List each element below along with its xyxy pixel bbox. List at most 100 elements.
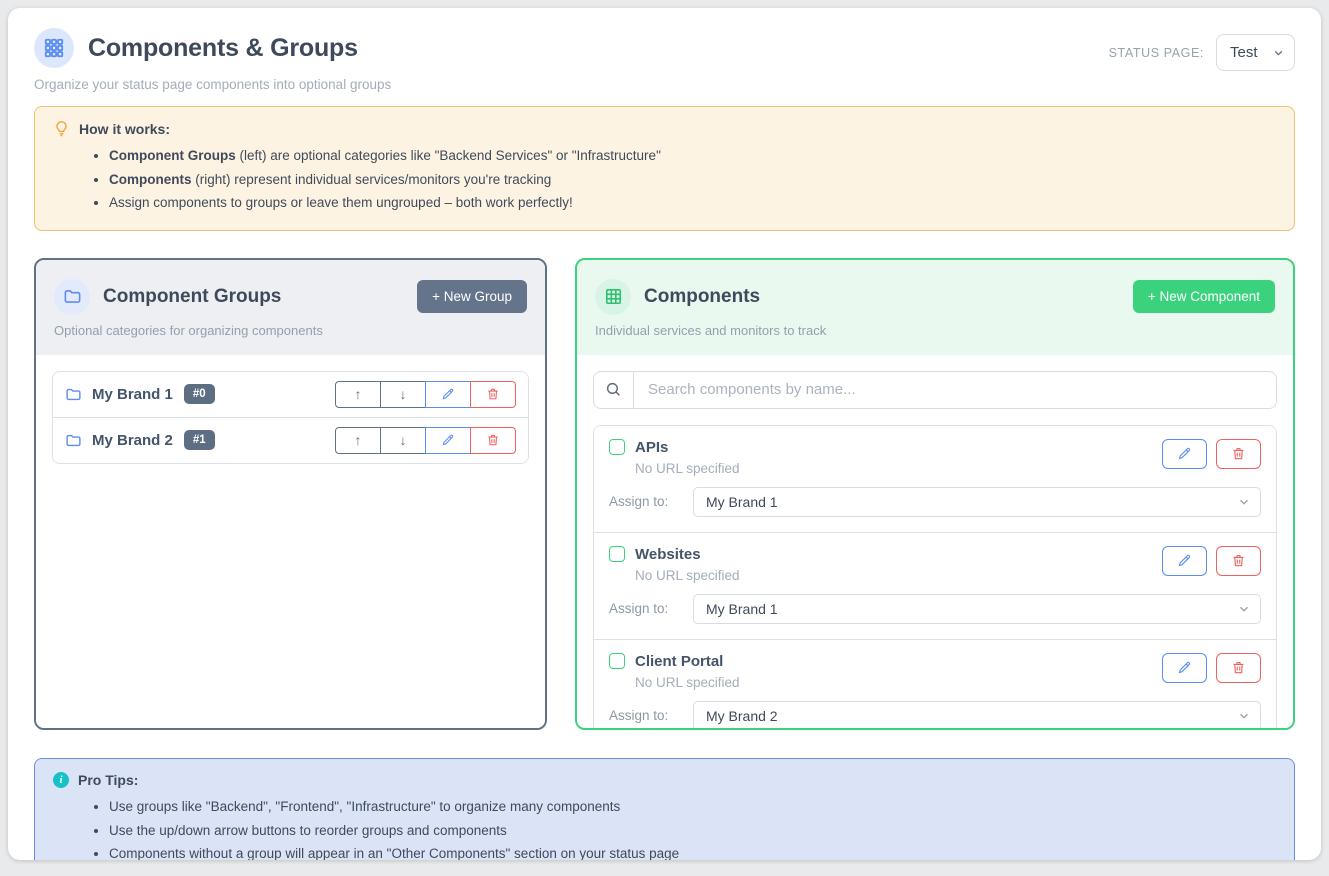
edit-component-button[interactable] — [1162, 546, 1207, 576]
how-it-works-title: How it works: — [79, 121, 170, 137]
pencil-icon — [1177, 660, 1192, 675]
delete-group-button[interactable] — [470, 381, 516, 408]
edit-group-button[interactable] — [425, 381, 471, 408]
how-it-works-bullet: Components (right) represent individual … — [109, 168, 1276, 192]
component-name: APIs — [635, 439, 668, 456]
status-page-label: STATUS PAGE: — [1109, 46, 1204, 60]
move-down-button[interactable]: ↓ — [380, 381, 426, 408]
groups-panel-subtitle: Optional categories for organizing compo… — [54, 323, 527, 338]
page-subtitle: Organize your status page components int… — [34, 77, 391, 92]
component-checkbox[interactable] — [609, 546, 625, 562]
how-it-works-bullet: Component Groups (left) are optional cat… — [109, 144, 1276, 168]
components-panel: Components + New Component Individual se… — [575, 258, 1295, 730]
delete-group-button[interactable] — [470, 427, 516, 454]
groups-panel-title: Component Groups — [103, 286, 404, 308]
component-url-status: No URL specified — [635, 461, 740, 476]
assign-row: Assign to: My Brand 2 — [609, 701, 1261, 730]
assign-to-label: Assign to: — [609, 708, 693, 723]
folder-icon — [65, 432, 82, 449]
folder-icon — [65, 386, 82, 403]
page-title: Components & Groups — [88, 34, 358, 63]
move-up-button[interactable]: ↑ — [335, 381, 381, 408]
lightbulb-icon — [53, 120, 70, 137]
assign-to-label: Assign to: — [609, 601, 693, 616]
group-row: My Brand 2 #1 ↑ ↓ — [53, 417, 528, 463]
search-input[interactable] — [634, 372, 1276, 408]
pencil-icon — [441, 433, 455, 447]
trash-icon — [1231, 446, 1246, 461]
groups-panel-header: Component Groups + New Group Optional ca… — [36, 260, 545, 355]
status-page-select[interactable]: Test — [1216, 34, 1295, 71]
components-panel-body: APIs No URL specified — [577, 355, 1293, 730]
assign-group-select-control[interactable]: My Brand 1 — [693, 594, 1261, 624]
assign-row: Assign to: My Brand 1 — [609, 594, 1261, 624]
pro-tips-list: Use groups like "Backend", "Frontend", "… — [53, 795, 1276, 860]
group-actions: ↑ ↓ — [335, 427, 516, 454]
assign-group-select-control[interactable]: My Brand 1 — [693, 487, 1261, 517]
main-card: Components & Groups Organize your status… — [8, 8, 1321, 860]
delete-component-button[interactable] — [1216, 546, 1261, 576]
arrow-up-icon: ↑ — [355, 432, 362, 448]
status-page-picker: STATUS PAGE: Test — [1109, 34, 1295, 71]
group-order-badge: #0 — [184, 384, 215, 404]
assign-group-select[interactable]: My Brand 1 — [693, 594, 1261, 624]
group-name: My Brand 1 — [92, 386, 173, 403]
component-row: Client Portal No URL specified — [594, 639, 1276, 730]
assign-group-select-control[interactable]: My Brand 2 — [693, 701, 1261, 730]
group-name: My Brand 2 — [92, 432, 173, 449]
pro-tips-title: Pro Tips: — [78, 772, 138, 788]
pencil-icon — [1177, 553, 1192, 568]
group-list: My Brand 1 #0 ↑ ↓ — [52, 371, 529, 464]
group-order-badge: #1 — [184, 430, 215, 450]
arrow-down-icon: ↓ — [400, 432, 407, 448]
component-search-bar — [593, 371, 1277, 409]
pro-tips-box: i Pro Tips: Use groups like "Backend", "… — [34, 758, 1295, 860]
search-icon — [594, 372, 634, 408]
trash-icon — [1231, 553, 1246, 568]
trash-icon — [486, 387, 500, 401]
move-up-button[interactable]: ↑ — [335, 427, 381, 454]
component-url-status: No URL specified — [635, 568, 740, 583]
move-down-button[interactable]: ↓ — [380, 427, 426, 454]
header-left: Components & Groups Organize your status… — [34, 28, 391, 92]
components-panel-header: Components + New Component Individual se… — [577, 260, 1293, 355]
component-name: Client Portal — [635, 653, 723, 670]
trash-icon — [1231, 660, 1246, 675]
status-page-select-control[interactable]: Test — [1216, 34, 1295, 71]
assign-row: Assign to: My Brand 1 — [609, 487, 1261, 517]
component-row: APIs No URL specified — [594, 426, 1276, 532]
pencil-icon — [441, 387, 455, 401]
edit-group-button[interactable] — [425, 427, 471, 454]
panels-row: Component Groups + New Group Optional ca… — [34, 258, 1295, 730]
delete-component-button[interactable] — [1216, 653, 1261, 683]
delete-component-button[interactable] — [1216, 439, 1261, 469]
assign-group-select[interactable]: My Brand 2 — [693, 701, 1261, 730]
how-it-works-list: Component Groups (left) are optional cat… — [53, 144, 1276, 215]
arrow-up-icon: ↑ — [355, 386, 362, 402]
components-panel-subtitle: Individual services and monitors to trac… — [595, 323, 1275, 338]
component-checkbox[interactable] — [609, 439, 625, 455]
group-actions: ↑ ↓ — [335, 381, 516, 408]
components-panel-title: Components — [644, 286, 1120, 308]
edit-component-button[interactable] — [1162, 653, 1207, 683]
component-url-status: No URL specified — [635, 675, 740, 690]
component-actions — [1162, 439, 1261, 469]
how-it-works-box: How it works: Component Groups (left) ar… — [34, 106, 1295, 231]
component-row: Websites No URL specified — [594, 532, 1276, 639]
component-name: Websites — [635, 546, 701, 563]
assign-group-select[interactable]: My Brand 1 — [693, 487, 1261, 517]
edit-component-button[interactable] — [1162, 439, 1207, 469]
component-actions — [1162, 653, 1261, 683]
pro-tips-bullet: Use groups like "Backend", "Frontend", "… — [109, 795, 1276, 819]
new-group-button[interactable]: + New Group — [417, 280, 527, 313]
assign-to-label: Assign to: — [609, 494, 693, 509]
info-icon: i — [53, 772, 69, 788]
new-component-button[interactable]: + New Component — [1133, 280, 1275, 313]
component-checkbox[interactable] — [609, 653, 625, 669]
pencil-icon — [1177, 446, 1192, 461]
pro-tips-bullet: Use the up/down arrow buttons to reorder… — [109, 819, 1276, 843]
page-header: Components & Groups Organize your status… — [34, 28, 1295, 92]
component-groups-panel: Component Groups + New Group Optional ca… — [34, 258, 547, 730]
arrow-down-icon: ↓ — [400, 386, 407, 402]
trash-icon — [486, 433, 500, 447]
